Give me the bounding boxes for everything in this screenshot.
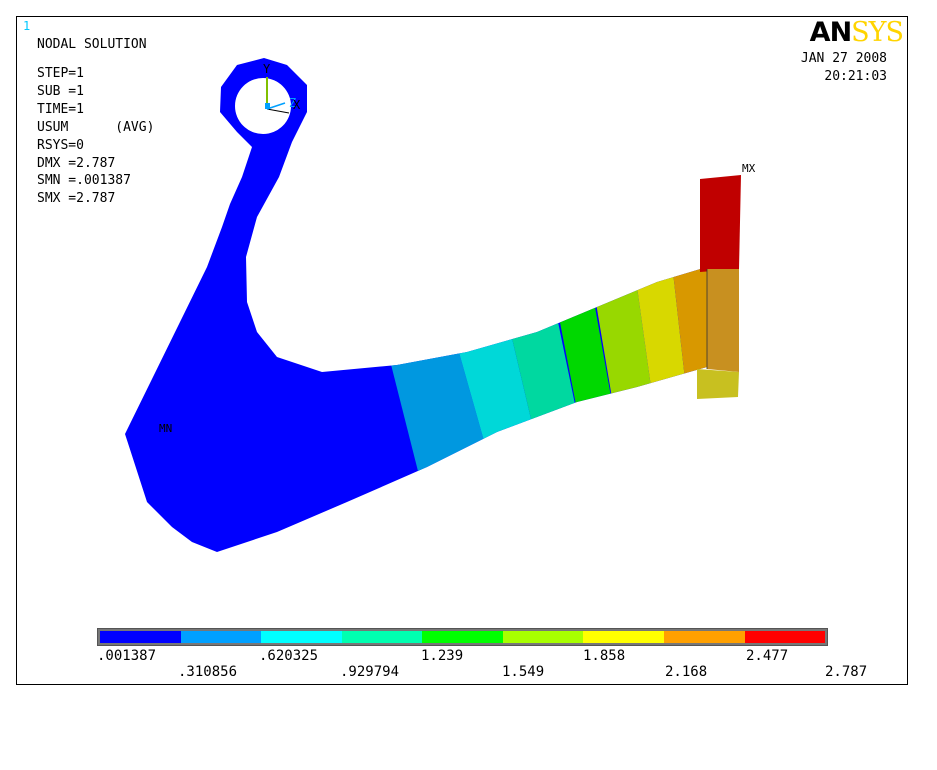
legend-label-5: 1.549 xyxy=(502,664,545,680)
legend-label-0: .001387 xyxy=(97,648,157,664)
min-marker: MN xyxy=(159,422,172,435)
legend-label-1: .310856 xyxy=(178,664,238,680)
legend-label-2: .620325 xyxy=(259,648,319,664)
max-marker: MX xyxy=(742,162,756,175)
legend-swatch-4 xyxy=(422,631,503,643)
fea-model: Y Z X MN MX xyxy=(125,58,756,552)
legend-swatch-3 xyxy=(341,631,423,643)
legend-label-7: 2.168 xyxy=(665,664,708,680)
legend-swatch-2 xyxy=(261,631,342,643)
plot-frame: 1 NODAL SOLUTION STEP=1 SUB =1 TIME=1 US… xyxy=(16,16,908,685)
plate-mid xyxy=(707,269,739,372)
legend-swatch-1 xyxy=(180,631,262,643)
axis-y-label: Y xyxy=(263,62,271,76)
legend-label-4: 1.239 xyxy=(421,648,464,664)
plate-low xyxy=(697,369,739,399)
eye-hole xyxy=(235,78,291,134)
legend-swatch-7 xyxy=(663,631,745,643)
legend-label-6: 1.858 xyxy=(583,648,626,664)
axis-x-label: X xyxy=(293,98,301,112)
plate-top xyxy=(700,175,741,272)
legend-swatch-5 xyxy=(502,631,584,643)
legend-label-8: 2.477 xyxy=(746,648,789,664)
band-0 xyxy=(125,58,707,552)
legend-swatch-6 xyxy=(583,631,664,643)
legend-label-3: .929794 xyxy=(340,664,400,680)
legend-swatch-0 xyxy=(100,631,181,643)
legend-swatch-8 xyxy=(744,631,826,643)
legend-color-bar xyxy=(97,628,828,646)
legend-label-9: 2.787 xyxy=(825,664,868,680)
